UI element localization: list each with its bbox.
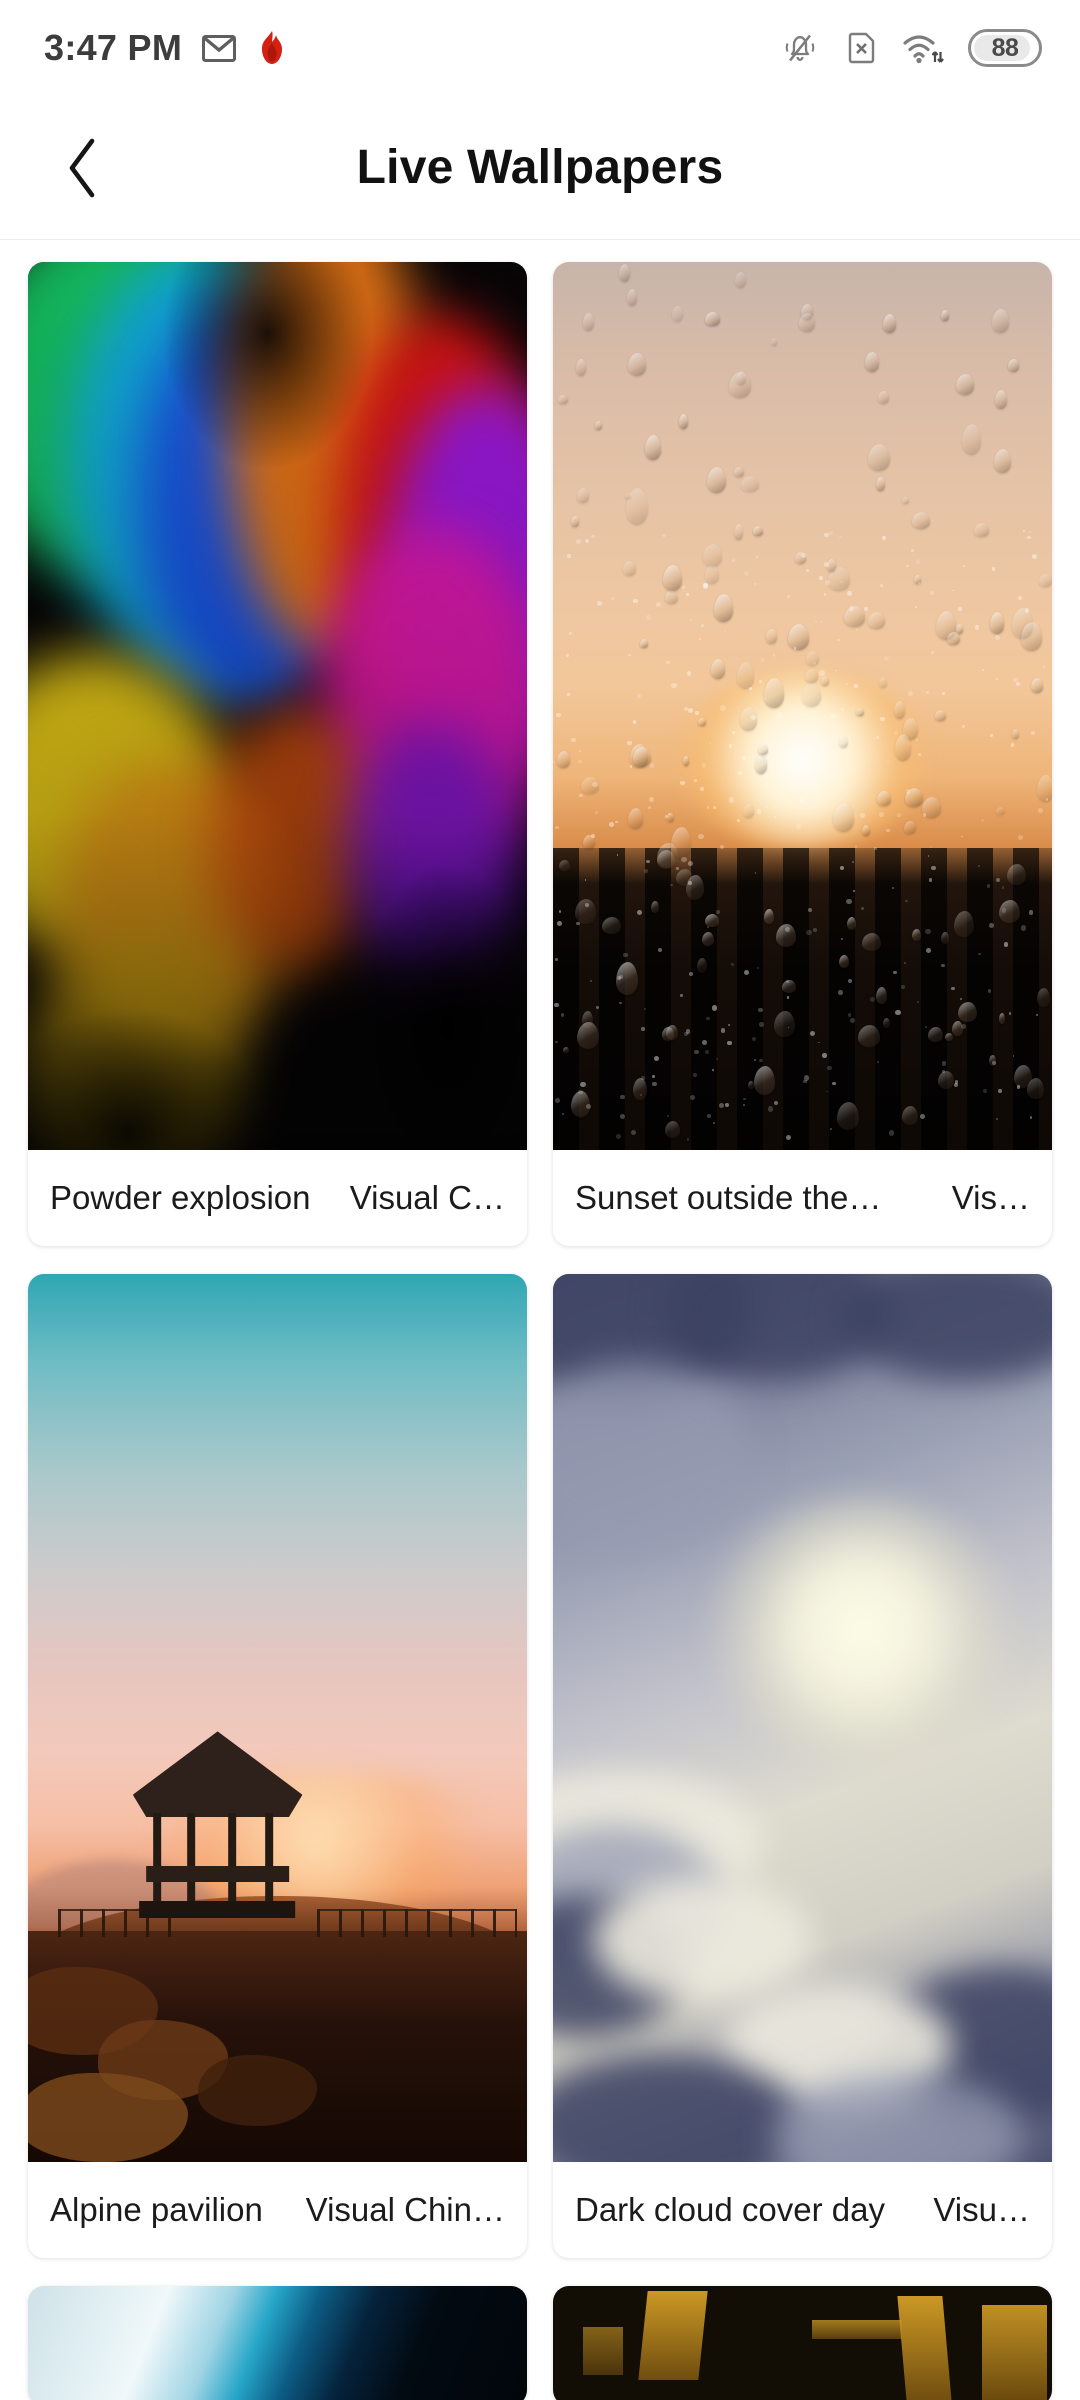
wallpaper-caption: Sunset outside the… Vis… <box>553 1150 1052 1246</box>
status-bar-left: 3:47 PM <box>44 27 288 69</box>
wallpaper-title: Powder explosion <box>50 1179 311 1216</box>
flame-icon <box>256 30 288 66</box>
wallpaper-thumbnail-alpine-pavilion[interactable] <box>28 1274 527 2162</box>
wifi-icon <box>902 31 944 65</box>
status-bar-right: 88 <box>782 29 1042 67</box>
wallpaper-card[interactable]: Sunset outside the… Vis… <box>553 262 1052 1246</box>
wallpaper-card[interactable]: Dark cloud cover day Visu… <box>553 1274 1052 2258</box>
wallpaper-author: Vis… <box>951 1179 1030 1216</box>
app-bar: Live Wallpapers <box>0 96 1080 240</box>
wallpaper-title: Sunset outside the… <box>575 1179 882 1216</box>
wallpaper-grid: Powder explosion Visual C… Sunset outsid… <box>0 240 1080 2400</box>
gmail-icon <box>202 34 237 62</box>
wallpaper-author: Visual C… <box>349 1179 505 1216</box>
wallpaper-thumbnail-partial-earth[interactable] <box>28 2286 527 2400</box>
no-sim-icon <box>842 31 878 65</box>
page-title: Live Wallpapers <box>356 141 724 194</box>
wallpaper-caption: Dark cloud cover day Visu… <box>553 2162 1052 2258</box>
wallpaper-card[interactable]: Powder explosion Visual C… <box>28 262 527 1246</box>
wallpaper-thumbnail-dark-cloud-cover-day[interactable] <box>553 1274 1052 2162</box>
battery-icon: 88 <box>968 29 1042 67</box>
wallpaper-author: Visu… <box>933 2191 1030 2228</box>
wallpaper-thumbnail-powder-explosion[interactable] <box>28 262 527 1150</box>
status-time: 3:47 PM <box>44 27 183 68</box>
wallpaper-caption: Powder explosion Visual C… <box>28 1150 527 1246</box>
status-bar: 3:47 PM 88 <box>0 0 1080 96</box>
back-button[interactable] <box>48 132 120 204</box>
wallpaper-thumbnail-partial-hex[interactable] <box>553 2286 1052 2400</box>
wallpaper-card[interactable]: Alpine pavilion Visual Chin… <box>28 1274 527 2258</box>
wallpaper-title: Alpine pavilion <box>50 2191 263 2228</box>
wallpaper-author: Visual Chin… <box>305 2191 505 2228</box>
battery-level: 88 <box>991 33 1019 62</box>
wallpaper-card[interactable] <box>553 2286 1052 2400</box>
wallpaper-caption: Alpine pavilion Visual Chin… <box>28 2162 527 2258</box>
wallpaper-title: Dark cloud cover day <box>575 2191 885 2228</box>
silent-bell-icon <box>782 30 818 66</box>
wallpaper-card[interactable] <box>28 2286 527 2400</box>
wallpaper-thumbnail-sunset-outside[interactable] <box>553 262 1052 1150</box>
